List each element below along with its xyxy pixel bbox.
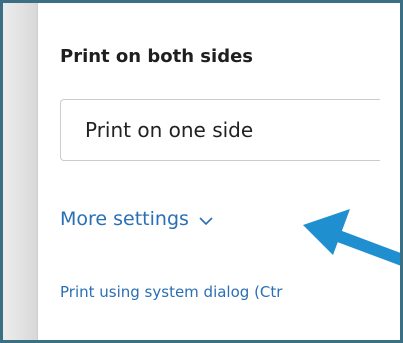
chevron-down-icon bbox=[197, 212, 215, 230]
print-dialog-frame: Print on both sides Print on one side Mo… bbox=[0, 0, 403, 343]
more-settings-label: More settings bbox=[60, 208, 189, 230]
print-using-system-dialog-link[interactable]: Print using system dialog (Ctr bbox=[60, 283, 400, 301]
more-settings-button[interactable]: More settings bbox=[60, 208, 215, 230]
duplex-select[interactable]: Print on one side bbox=[60, 99, 380, 161]
duplex-section-label: Print on both sides bbox=[60, 46, 253, 67]
duplex-select-value: Print on one side bbox=[85, 118, 254, 142]
left-rail bbox=[3, 3, 38, 340]
